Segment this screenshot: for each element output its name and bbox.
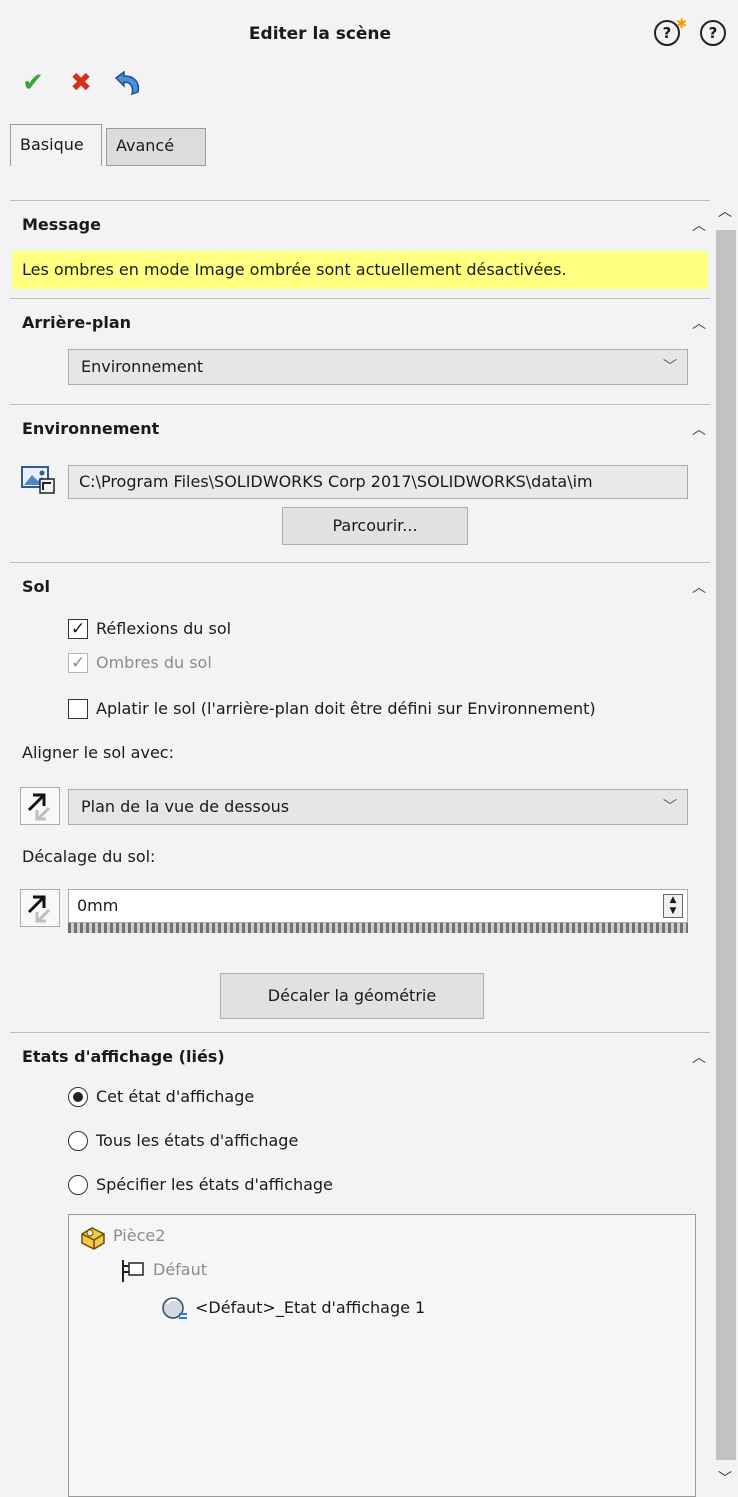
floor-section-title: Sol bbox=[22, 577, 50, 596]
radio-label: Cet état d'affichage bbox=[96, 1087, 255, 1106]
background-select[interactable]: Environnement ﹀ bbox=[68, 349, 688, 385]
radio-label: Spécifier les états d'affichage bbox=[96, 1175, 333, 1194]
floor-offset-slider[interactable] bbox=[68, 923, 688, 933]
align-direction-icon[interactable] bbox=[20, 787, 60, 825]
floor-offset-value: 0mm bbox=[77, 896, 119, 915]
undo-icon[interactable] bbox=[110, 68, 140, 98]
scroll-thumb[interactable] bbox=[716, 230, 736, 1460]
offset-direction-icon[interactable] bbox=[20, 889, 60, 927]
display-state-icon bbox=[161, 1296, 187, 1320]
collapse-chevron-icon[interactable]: ︿ bbox=[688, 313, 710, 332]
flatten-floor-label: Aplatir le sol (l'arrière-plan doit être… bbox=[96, 699, 596, 718]
radio-button[interactable] bbox=[68, 1131, 88, 1151]
whats-new-help-icon[interactable]: ? ✱ bbox=[654, 17, 687, 46]
background-section: Arrière-plan ︿ Environnement ﹀ bbox=[10, 298, 710, 404]
radio-specify-display-states[interactable]: Spécifier les états d'affichage bbox=[68, 1173, 668, 1197]
scroll-down-arrow-icon[interactable]: ﹀ bbox=[712, 1465, 738, 1493]
tab-basique[interactable]: Basique bbox=[10, 124, 102, 166]
flatten-floor-checkbox[interactable]: Aplatir le sol (l'arrière-plan doit être… bbox=[68, 697, 708, 721]
floor-reflections-label: Réflexions du sol bbox=[96, 619, 232, 638]
radio-this-display-state[interactable]: Cet état d'affichage bbox=[68, 1085, 668, 1109]
cancel-x-icon[interactable]: ✖ bbox=[66, 68, 96, 98]
display-states-tree[interactable]: Pièce2 Défaut <Défaut>_Etat d'affichage … bbox=[68, 1214, 696, 1497]
tree-config-label: Défaut bbox=[153, 1260, 208, 1279]
collapse-chevron-icon[interactable]: ︿ bbox=[688, 419, 710, 438]
message-section-title: Message bbox=[22, 215, 101, 234]
environment-image-icon bbox=[20, 463, 58, 497]
environment-section: Environnement ︿ C:\Program Files\SOLIDWO… bbox=[10, 404, 710, 562]
chevron-down-icon: ﹀ bbox=[663, 799, 677, 815]
checkbox-box[interactable]: ✓ bbox=[68, 619, 88, 639]
help-question-mark: ? bbox=[662, 24, 672, 42]
help-question-mark: ? bbox=[708, 24, 718, 42]
message-text: Les ombres en mode Image ombrée sont act… bbox=[12, 251, 708, 289]
tab-avance[interactable]: Avancé bbox=[106, 128, 206, 166]
align-floor-select[interactable]: Plan de la vue de dessous ﹀ bbox=[68, 789, 688, 825]
align-floor-label: Aligner le sol avec: bbox=[22, 743, 174, 762]
check-icon: ✓ bbox=[71, 653, 86, 673]
offset-geometry-button[interactable]: Décaler la géométrie bbox=[220, 973, 484, 1019]
environment-section-title: Environnement bbox=[22, 419, 160, 438]
floor-offset-input[interactable]: 0mm ▲ ▼ bbox=[68, 889, 688, 923]
floor-offset-label: Décalage du sol: bbox=[22, 847, 156, 866]
message-section: Message ︿ Les ombres en mode Image ombré… bbox=[10, 200, 710, 298]
property-manager-header: Editer la scène ? ✱ ? ✔ ✖ Basique Avancé bbox=[0, 0, 738, 190]
ok-check-icon[interactable]: ✔ bbox=[18, 68, 48, 98]
browse-button[interactable]: Parcourir... bbox=[282, 507, 468, 545]
display-states-section-title: Etats d'affichage (liés) bbox=[22, 1047, 225, 1066]
floor-section: Sol ︿ ✓ Réflexions du sol ✓ Ombres du so… bbox=[10, 562, 710, 1032]
part-icon bbox=[79, 1224, 105, 1250]
star-icon: ✱ bbox=[676, 17, 687, 32]
background-section-title: Arrière-plan bbox=[22, 313, 132, 332]
checkbox-box: ✓ bbox=[68, 653, 88, 673]
configuration-icon bbox=[119, 1258, 145, 1282]
radio-button[interactable] bbox=[68, 1087, 88, 1107]
checkbox-box[interactable] bbox=[68, 699, 88, 719]
page-title: Editer la scène bbox=[248, 24, 392, 44]
floor-shadows-checkbox: ✓ Ombres du sol bbox=[68, 651, 668, 675]
spinner-arrows-icon[interactable]: ▲ ▼ bbox=[663, 894, 683, 918]
collapse-chevron-icon[interactable]: ︿ bbox=[688, 577, 710, 596]
environment-path-field[interactable]: C:\Program Files\SOLIDWORKS Corp 2017\SO… bbox=[68, 465, 688, 499]
vertical-scrollbar[interactable]: ︿ ﹀ bbox=[712, 196, 738, 1497]
floor-shadows-label: Ombres du sol bbox=[96, 653, 212, 672]
radio-button[interactable] bbox=[68, 1175, 88, 1195]
check-icon: ✓ bbox=[71, 619, 86, 639]
align-floor-select-value: Plan de la vue de dessous bbox=[81, 797, 290, 816]
radio-label: Tous les états d'affichage bbox=[96, 1131, 299, 1150]
collapse-chevron-icon[interactable]: ︿ bbox=[688, 1047, 710, 1066]
tree-part-label: Pièce2 bbox=[113, 1226, 166, 1245]
scroll-up-arrow-icon[interactable]: ︿ bbox=[712, 196, 738, 228]
tree-display-state-label: <Défaut>_Etat d'affichage 1 bbox=[195, 1298, 426, 1317]
floor-reflections-checkbox[interactable]: ✓ Réflexions du sol bbox=[68, 617, 668, 641]
radio-all-display-states[interactable]: Tous les états d'affichage bbox=[68, 1129, 668, 1153]
background-select-value: Environnement bbox=[81, 357, 204, 376]
help-icon[interactable]: ? bbox=[700, 20, 726, 46]
collapse-chevron-icon[interactable]: ︿ bbox=[688, 215, 710, 234]
chevron-down-icon: ﹀ bbox=[663, 359, 677, 375]
